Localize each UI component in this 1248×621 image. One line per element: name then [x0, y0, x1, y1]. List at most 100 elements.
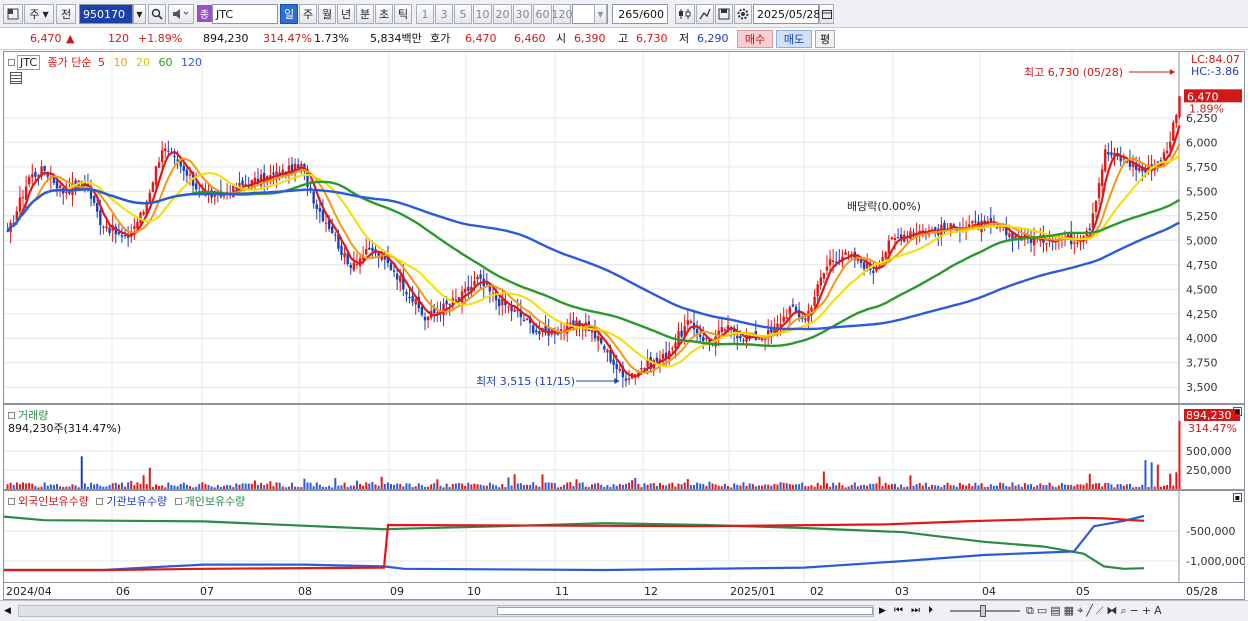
interval-dropdown-icon[interactable]: ▼ [594, 4, 607, 24]
holding-panel[interactable]: -500,000 -1,000,000 외국인보유수량 기관보유수량 개인보유수량… [3, 490, 1245, 583]
volume-bar [791, 484, 794, 489]
candle-body [510, 306, 513, 312]
candle-type-icon[interactable] [675, 4, 695, 24]
volume-bar [492, 484, 495, 489]
draw-tool-icon[interactable] [696, 4, 714, 24]
interval-button-1[interactable]: 1 [416, 4, 434, 24]
volume-bar [380, 476, 383, 489]
period-button-month[interactable]: 월 [318, 4, 336, 24]
scroll-right-icon[interactable]: ▶ [879, 604, 891, 618]
kind-button[interactable]: 전 [56, 4, 76, 24]
volume-bar [699, 483, 702, 489]
fast-forward-icon[interactable]: ⏭ [911, 604, 925, 618]
zoom-out-icon[interactable]: − [1130, 604, 1142, 617]
candle-body [596, 336, 600, 341]
table-view-icon[interactable] [10, 72, 22, 84]
volume-bar [813, 486, 816, 489]
sell-button[interactable]: 매도 [776, 30, 812, 48]
interval-button-30[interactable]: 30 [513, 4, 532, 24]
code-input[interactable]: 950170 [79, 4, 133, 24]
interval-button-20[interactable]: 20 [493, 4, 512, 24]
rewind-icon[interactable]: ⏮ [894, 604, 908, 618]
stock-name-field[interactable]: JTC [212, 4, 278, 24]
link-icon[interactable]: ⧓ [1107, 604, 1121, 617]
volume-bar [1042, 485, 1045, 489]
volume-bar [244, 483, 247, 489]
search-icon[interactable] [148, 4, 166, 24]
interval-button-120[interactable]: 120 [552, 4, 573, 24]
window-icon[interactable]: ▭ [1037, 604, 1050, 617]
scroll-track[interactable] [18, 605, 874, 617]
gear-icon[interactable] [734, 4, 752, 24]
font-icon[interactable]: A [1154, 604, 1165, 617]
scroll-thumb[interactable] [497, 607, 873, 615]
volume-bar [686, 479, 689, 489]
interval-button-5[interactable]: 5 [454, 4, 472, 24]
measure-icon[interactable]: ⟋ [1096, 604, 1107, 617]
volume-bar [86, 486, 89, 489]
volume-bar [590, 484, 593, 489]
candle-body [1104, 149, 1107, 172]
volume-bar [22, 482, 25, 489]
volume-summary: 894,230주(314.47%) [8, 422, 122, 435]
play-icon[interactable]: ⏵ [928, 604, 940, 618]
copy-icon[interactable]: ⧉ [1026, 604, 1037, 617]
average-button[interactable]: 평 [815, 30, 835, 48]
calendar-icon[interactable] [819, 4, 834, 24]
period-button-second[interactable]: 초 [375, 4, 393, 24]
volume-bar [275, 482, 278, 489]
volume-bar [34, 485, 37, 489]
date-field[interactable]: 2025/05/28 [753, 4, 820, 24]
scroll-left-icon[interactable]: ◀ [4, 605, 14, 617]
candle-body [340, 245, 343, 256]
interval-button-3[interactable]: 3 [435, 4, 453, 24]
period-button-week[interactable]: 주 [299, 4, 317, 24]
candle-body [1073, 242, 1076, 244]
window-menu-icon[interactable] [3, 4, 23, 24]
zoom-in-icon[interactable]: + [1142, 604, 1154, 617]
volume-bar [1051, 486, 1054, 489]
crosshair-icon[interactable]: ⌖ [1077, 604, 1086, 617]
code-dropdown-icon[interactable]: ▼ [133, 4, 146, 24]
volume-panel[interactable]: 500,000 250,000 894,230 314.47% 거래량 894,230… [3, 404, 1245, 490]
speaker-icon[interactable] [168, 4, 194, 24]
draw-line-icon[interactable]: ╱ [1086, 604, 1096, 617]
candle-body [513, 309, 516, 312]
zoom-slider-handle[interactable] [980, 605, 986, 617]
interval-button-10[interactable]: 10 [473, 4, 492, 24]
maximize-icon[interactable]: ▪ [1233, 407, 1242, 416]
zoom-slider[interactable] [950, 605, 1020, 617]
count-field[interactable]: 265/600 [612, 4, 668, 24]
interval-button-60[interactable]: 60 [533, 4, 552, 24]
volume-bar [473, 483, 476, 489]
period-button-minute[interactable]: 분 [356, 4, 374, 24]
maximize-icon[interactable]: ▪ [1233, 493, 1242, 502]
save-icon[interactable] [715, 4, 733, 24]
zoom-search-icon[interactable]: ⌕ [1121, 604, 1130, 617]
volume-bar [266, 483, 269, 489]
period-button-year[interactable]: 년 [337, 4, 355, 24]
volume-bar [912, 485, 915, 489]
volume-chart[interactable]: 500,000 250,000 894,230314.47% [4, 405, 1245, 490]
chevron-down-icon: ▼ [42, 9, 49, 19]
candle-body [433, 309, 436, 314]
volume-bar [955, 486, 958, 489]
volume-bar [745, 485, 748, 489]
price-chart[interactable]: 6,2506,0005,7505,5005,2505,0004,7504,500… [4, 52, 1245, 404]
volume-bar [535, 485, 538, 489]
period-button-tick[interactable]: 틱 [394, 4, 412, 24]
type-select[interactable]: 주 ▼ [24, 4, 54, 24]
volume-bar [83, 483, 86, 489]
volume-bar [550, 482, 553, 489]
grid-icon[interactable]: ▦ [1064, 604, 1077, 617]
period-button-day[interactable]: 일 [280, 4, 298, 24]
volume-bar [454, 483, 457, 489]
volume-bar [717, 485, 720, 489]
volume-bar [1125, 484, 1128, 489]
buy-button[interactable]: 매수 [737, 30, 773, 48]
volume-bar [1162, 485, 1165, 489]
hc-label: HC:-3.86 [1190, 65, 1240, 78]
price-panel[interactable]: 6,250 6,000 5,750 5,500 5,250 5,000 4,750 4,500… [3, 51, 1245, 404]
volume-bar [287, 486, 290, 489]
layout-icon[interactable]: ▤ [1050, 604, 1063, 617]
